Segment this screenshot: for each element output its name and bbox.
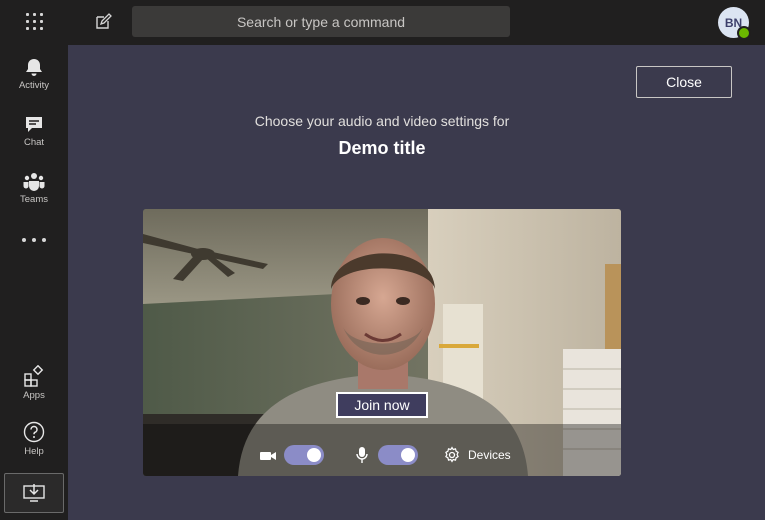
search-input[interactable]: Search or type a command <box>132 6 510 37</box>
rail-item-label: Chat <box>23 137 45 148</box>
rail-item-help[interactable]: Help <box>0 421 68 457</box>
top-bar: Search or type a command BN <box>0 0 765 45</box>
new-chat-icon[interactable] <box>94 13 114 33</box>
join-now-button[interactable]: Join now <box>336 392 428 418</box>
download-icon <box>23 484 45 502</box>
bell-icon <box>26 59 42 76</box>
rail-item-chat[interactable]: Chat <box>0 114 68 148</box>
microphone-toggle[interactable] <box>378 445 418 465</box>
toggle-knob <box>307 448 321 462</box>
rail-item-teams[interactable]: Teams <box>0 171 68 205</box>
prejoin-subtitle: Choose your audio and video settings for <box>254 113 510 129</box>
rail-item-activity[interactable]: Activity <box>0 57 68 91</box>
chat-icon <box>26 117 42 132</box>
devices-button[interactable]: Devices <box>468 448 511 462</box>
rail-item-label: Activity <box>18 80 50 91</box>
app-launcher-icon[interactable] <box>26 13 44 31</box>
avatar[interactable]: BN <box>718 7 751 40</box>
microphone-icon <box>356 446 368 469</box>
camera-feed-image <box>143 209 621 476</box>
camera-icon <box>259 449 277 468</box>
presence-icon <box>737 26 751 40</box>
toggle-knob <box>401 448 415 462</box>
teams-icon <box>23 173 45 191</box>
app-rail: Activity Chat Teams Apps Help <box>0 45 68 520</box>
meeting-title: Demo title <box>338 138 426 158</box>
video-preview <box>143 209 621 476</box>
gear-icon[interactable] <box>443 446 461 469</box>
rail-item-label: Teams <box>20 194 48 205</box>
camera-toggle[interactable] <box>284 445 324 465</box>
rail-item-label: Apps <box>23 390 45 401</box>
rail-item-apps[interactable]: Apps <box>0 365 68 401</box>
rail-item-label: Help <box>24 446 44 457</box>
apps-icon <box>24 365 44 387</box>
download-app-button[interactable] <box>4 473 64 513</box>
close-button[interactable]: Close <box>636 66 732 98</box>
more-apps-icon[interactable] <box>22 236 46 244</box>
help-icon <box>23 421 45 443</box>
